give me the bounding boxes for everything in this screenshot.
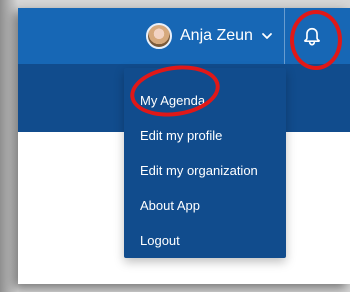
- menu-item-edit-organization[interactable]: Edit my organization: [140, 163, 258, 178]
- menu-item-edit-profile[interactable]: Edit my profile: [140, 128, 222, 143]
- user-avatar: [146, 23, 172, 49]
- user-menu-toggle[interactable]: Anja Zeun: [146, 22, 273, 50]
- nav-item-events[interactable]: vents: [18, 145, 54, 162]
- header-divider: [284, 8, 285, 64]
- app-window: Anja Zeun vents Comm nbox My Agenda Edit…: [18, 8, 350, 284]
- chevron-down-icon: [262, 33, 272, 39]
- menu-item-logout[interactable]: Logout: [140, 233, 180, 248]
- annotation-circle-bell: [290, 10, 342, 70]
- user-name: Anja Zeun: [180, 27, 253, 44]
- menu-item-about-app[interactable]: About App: [140, 198, 200, 213]
